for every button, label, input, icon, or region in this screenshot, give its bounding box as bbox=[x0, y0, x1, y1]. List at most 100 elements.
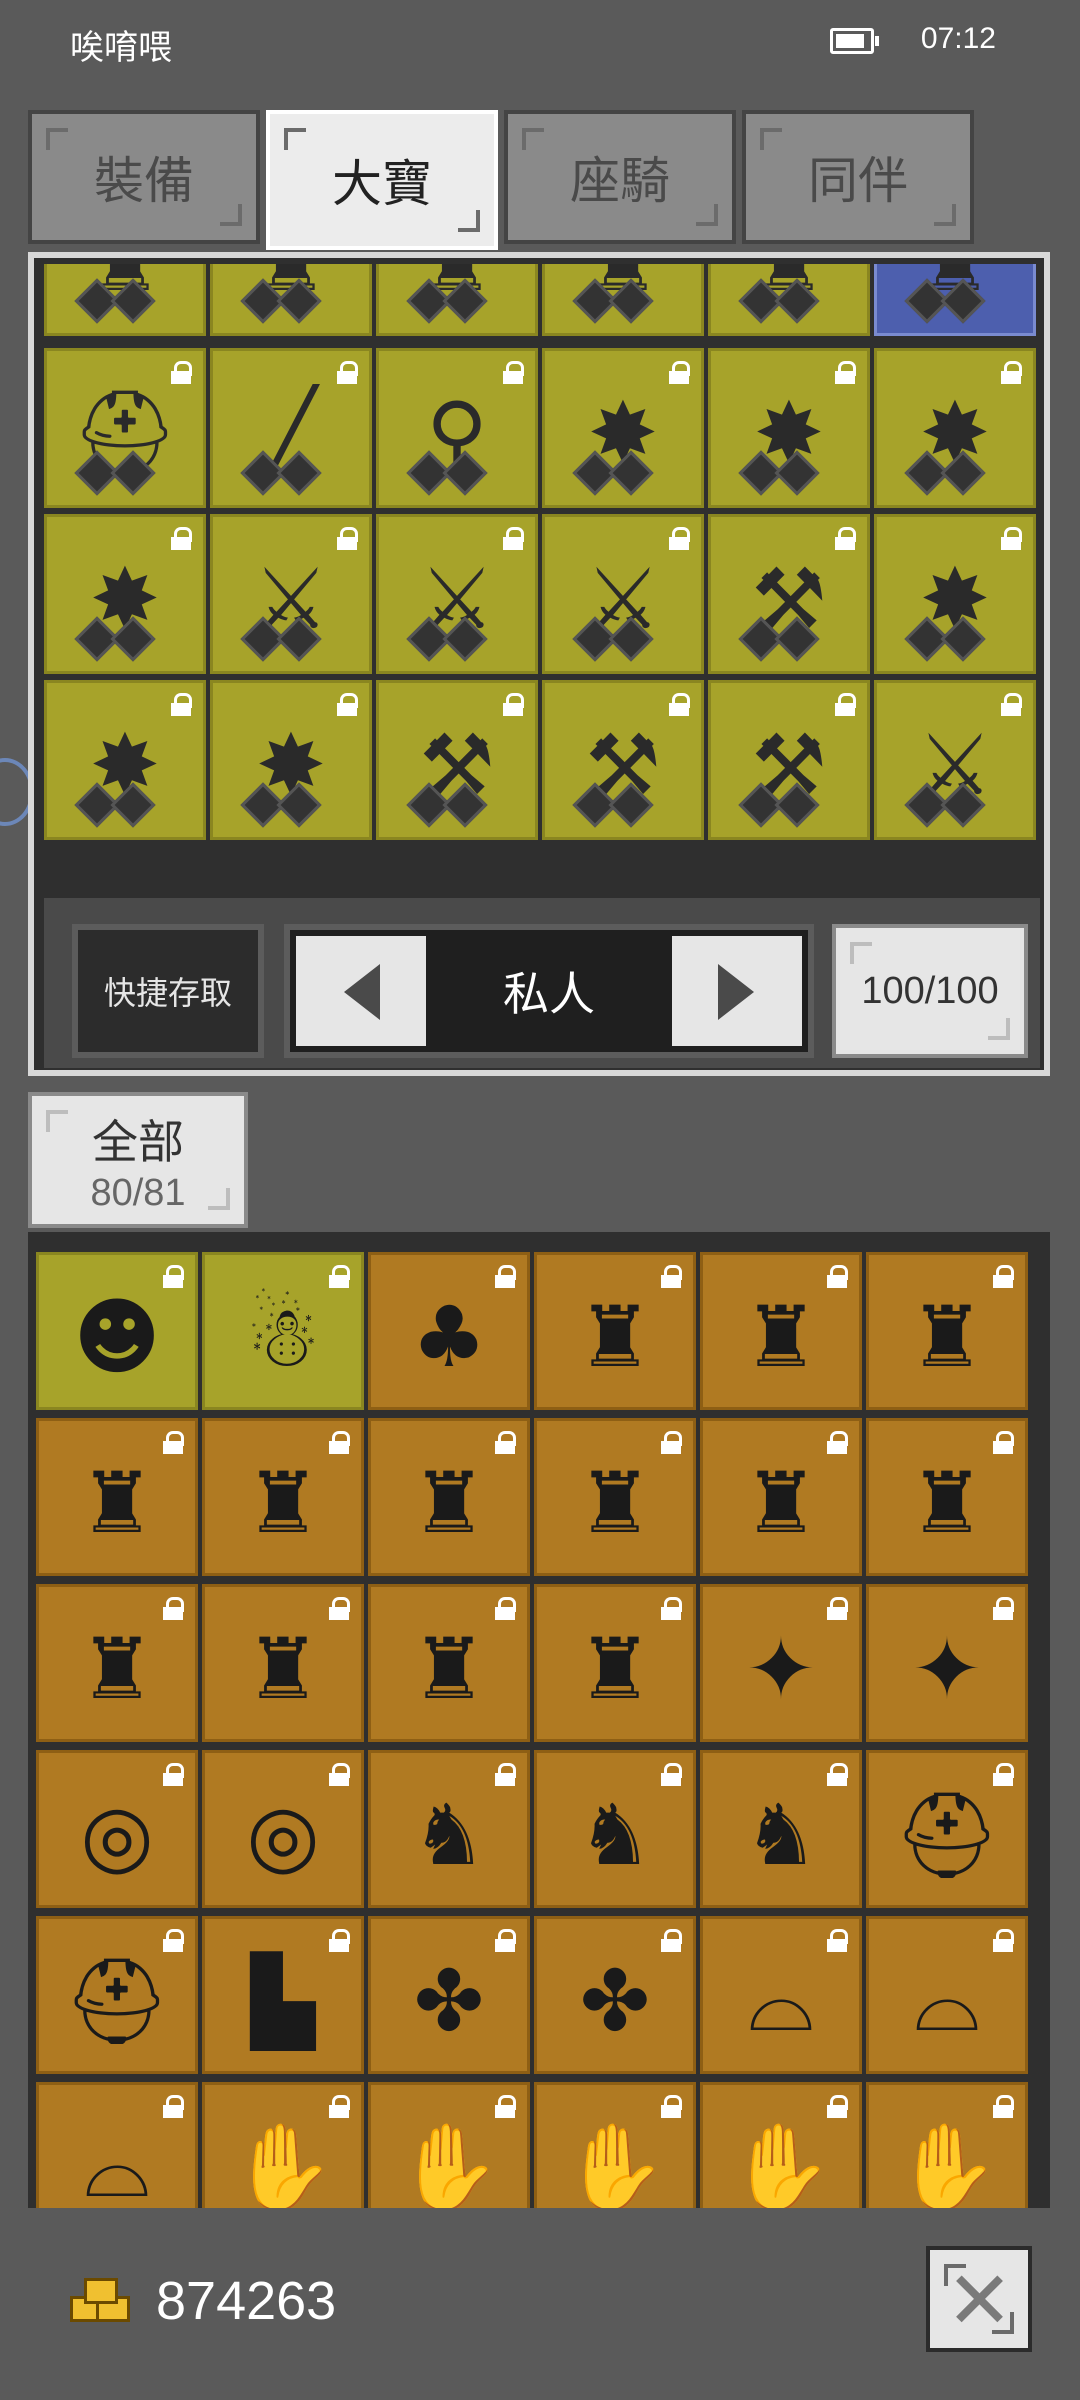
lock-icon bbox=[827, 1431, 848, 1454]
storage-slot[interactable]: ✸ bbox=[44, 514, 206, 674]
inventory-slot[interactable]: ♜ bbox=[202, 1418, 364, 1576]
storage-slot[interactable]: ♜ bbox=[542, 264, 704, 336]
inventory-slot[interactable]: ✤ bbox=[534, 1916, 696, 2074]
gem-slots bbox=[406, 782, 488, 828]
inventory-slot[interactable]: ▙ bbox=[202, 1916, 364, 2074]
inventory-slot[interactable]: ♜ bbox=[534, 1584, 696, 1742]
inventory-slot[interactable]: ♜ bbox=[866, 1418, 1028, 1576]
next-page-button[interactable] bbox=[672, 936, 802, 1046]
inventory-slot[interactable]: ♞ bbox=[700, 1750, 862, 1908]
tab-equipment[interactable]: 裝備 bbox=[28, 110, 260, 244]
storage-capacity[interactable]: 100/100 bbox=[832, 924, 1028, 1058]
storage-slot[interactable]: ⚒ bbox=[542, 680, 704, 840]
storage-slot[interactable]: ⚔ bbox=[210, 514, 372, 674]
inventory-slot[interactable]: ☻ bbox=[36, 1252, 198, 1410]
armor-icon: ♜ bbox=[79, 1620, 155, 1718]
storage-panel: ♜♜♜♜♜♜⛑╱⚲✸✸✸✸⚔⚔⚔⚒✸✸✸⚒⚒⚒⚔ 快捷存取 私人 100/100 bbox=[28, 252, 1050, 1076]
tab-mounts[interactable]: 座騎 bbox=[504, 110, 736, 244]
inventory-slot[interactable]: ♜ bbox=[866, 1252, 1028, 1410]
lock-icon bbox=[503, 361, 524, 384]
storage-slot[interactable]: ⚔ bbox=[542, 514, 704, 674]
inventory-slot[interactable]: ✋ bbox=[202, 2082, 364, 2208]
gem-slots bbox=[74, 782, 156, 828]
lock-icon bbox=[1001, 361, 1022, 384]
storage-slot[interactable]: ♜ bbox=[44, 264, 206, 336]
hat-icon: ⌓ bbox=[83, 2118, 151, 2208]
storage-slot[interactable]: ⚔ bbox=[874, 680, 1036, 840]
inventory-slot[interactable]: ✋ bbox=[368, 2082, 530, 2208]
storage-slot[interactable]: ✸ bbox=[708, 348, 870, 508]
inventory-slot[interactable]: ⌓ bbox=[36, 2082, 198, 2208]
inventory-slot[interactable]: ♜ bbox=[368, 1584, 530, 1742]
tab-treasure[interactable]: 大寶 bbox=[266, 110, 498, 250]
inventory-slot[interactable]: ♜ bbox=[534, 1418, 696, 1576]
inventory-slot[interactable]: ✤ bbox=[368, 1916, 530, 2074]
inventory-slot[interactable]: ♜ bbox=[36, 1584, 198, 1742]
storage-slot[interactable]: ♜ bbox=[874, 264, 1036, 336]
lock-icon bbox=[1001, 527, 1022, 550]
quick-access-button[interactable]: 快捷存取 bbox=[72, 924, 264, 1058]
storage-slot[interactable]: ⚔ bbox=[376, 514, 538, 674]
inventory-slot[interactable]: ⛑ bbox=[36, 1916, 198, 2074]
storage-slot[interactable]: ⚲ bbox=[376, 348, 538, 508]
inventory-slot[interactable]: ☃ bbox=[202, 1252, 364, 1410]
storage-slot[interactable]: ⚒ bbox=[708, 514, 870, 674]
storage-slot[interactable]: ⚒ bbox=[708, 680, 870, 840]
lock-icon bbox=[661, 2095, 682, 2118]
storage-slot[interactable]: ♜ bbox=[376, 264, 538, 336]
storage-slot[interactable]: ✸ bbox=[874, 514, 1036, 674]
gem-slots bbox=[738, 278, 820, 324]
filter-all-tab[interactable]: 全部 80/81 bbox=[28, 1092, 248, 1228]
lock-icon bbox=[495, 1763, 516, 1786]
tab-companions[interactable]: 同伴 bbox=[742, 110, 974, 244]
inventory-slot[interactable]: ✋ bbox=[866, 2082, 1028, 2208]
lock-icon bbox=[163, 1929, 184, 1952]
storage-slot[interactable]: ✸ bbox=[210, 680, 372, 840]
gloves-icon: ✤ bbox=[579, 1952, 651, 2050]
inventory-slot[interactable]: ♣ bbox=[368, 1252, 530, 1410]
gem-slots bbox=[738, 616, 820, 662]
gloves-icon: ✤ bbox=[413, 1952, 485, 2050]
close-button[interactable]: ✕ bbox=[926, 2246, 1032, 2352]
inventory-slot[interactable]: ♜ bbox=[368, 1418, 530, 1576]
storage-slot[interactable]: ✸ bbox=[44, 680, 206, 840]
armor-icon: ♜ bbox=[79, 1454, 155, 1552]
inventory-slot[interactable]: ◎ bbox=[202, 1750, 364, 1908]
gem-slots bbox=[904, 278, 986, 324]
lock-icon bbox=[337, 361, 358, 384]
inventory-slot[interactable]: ⌓ bbox=[700, 1916, 862, 2074]
gem-slots bbox=[406, 616, 488, 662]
inventory-slot[interactable]: ✦ bbox=[866, 1584, 1028, 1742]
lock-icon bbox=[993, 1431, 1014, 1454]
inventory-slot[interactable]: ⛑ bbox=[866, 1750, 1028, 1908]
storage-slot[interactable]: ♜ bbox=[210, 264, 372, 336]
lock-icon bbox=[993, 1763, 1014, 1786]
inventory-slot[interactable]: ♜ bbox=[202, 1584, 364, 1742]
inventory-slot[interactable]: ♜ bbox=[700, 1252, 862, 1410]
inventory-slot[interactable]: ♜ bbox=[534, 1252, 696, 1410]
gem-slots bbox=[240, 450, 322, 496]
close-icon: ✕ bbox=[946, 2254, 1014, 2347]
inventory-slot[interactable]: ♜ bbox=[700, 1418, 862, 1576]
inventory-slot[interactable]: ⌓ bbox=[866, 1916, 1028, 2074]
storage-slot[interactable]: ✸ bbox=[542, 348, 704, 508]
storage-slot[interactable]: ╱ bbox=[210, 348, 372, 508]
inventory-slot[interactable]: ✦ bbox=[700, 1584, 862, 1742]
status-time: 07:12 bbox=[920, 22, 996, 55]
storage-slot[interactable]: ⚒ bbox=[376, 680, 538, 840]
gem-slots bbox=[406, 450, 488, 496]
gem-slots bbox=[240, 616, 322, 662]
inventory-slot[interactable]: ♞ bbox=[534, 1750, 696, 1908]
storage-slot[interactable]: ♜ bbox=[708, 264, 870, 336]
inventory-slot[interactable]: ✋ bbox=[700, 2082, 862, 2208]
filter-count: 80/81 bbox=[90, 1171, 186, 1214]
inventory-slot[interactable]: ♜ bbox=[36, 1418, 198, 1576]
storage-slot[interactable]: ✸ bbox=[874, 348, 1036, 508]
armor-icon: ♜ bbox=[411, 1620, 487, 1718]
prev-page-button[interactable] bbox=[296, 936, 426, 1046]
gauntlet-icon: ✋ bbox=[230, 2118, 336, 2208]
inventory-slot[interactable]: ◎ bbox=[36, 1750, 198, 1908]
storage-slot[interactable]: ⛑ bbox=[44, 348, 206, 508]
inventory-slot[interactable]: ✋ bbox=[534, 2082, 696, 2208]
inventory-slot[interactable]: ♞ bbox=[368, 1750, 530, 1908]
